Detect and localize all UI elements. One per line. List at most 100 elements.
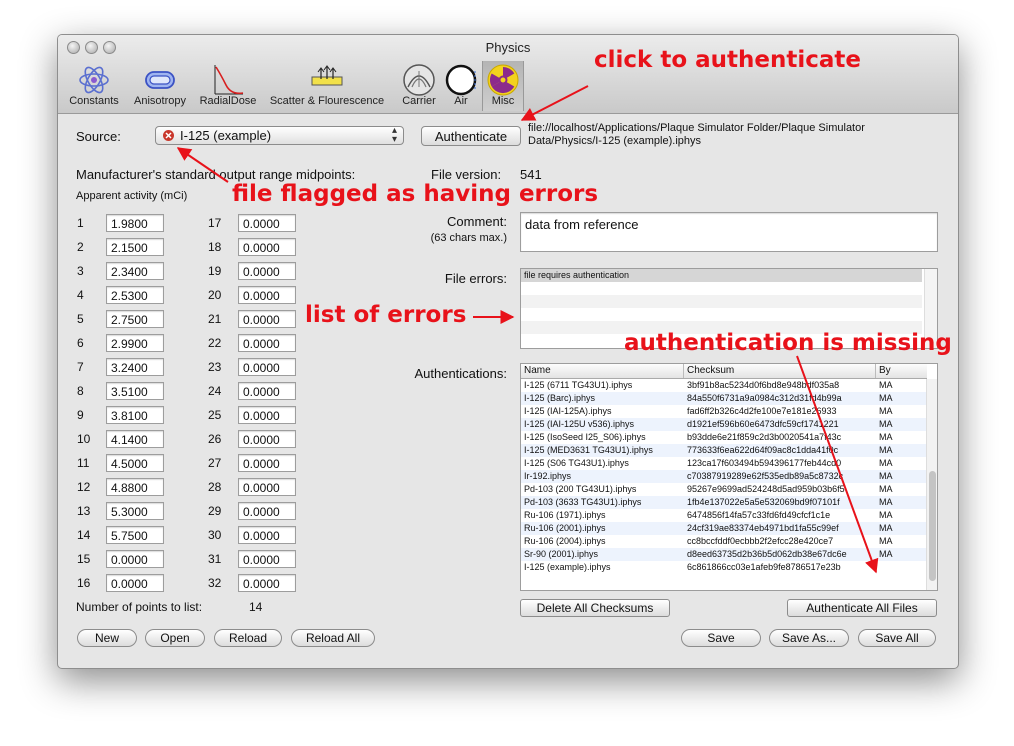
activity-index: 8 bbox=[77, 384, 84, 398]
authentications-rows: I-125 (6711 TG43U1).iphys 3bf91b8ac5234d0… bbox=[521, 379, 927, 574]
authentication-row[interactable]: I-125 (MED3631 TG43U1).iphys 773633f6ea62… bbox=[521, 444, 927, 457]
column-by[interactable]: By bbox=[876, 364, 927, 378]
authentication-row[interactable]: Ru-106 (2001).iphys 24cf319ae83374eb4971b… bbox=[521, 522, 927, 535]
activity-field[interactable]: 4.8800 bbox=[106, 478, 164, 496]
source-popup[interactable]: I-125 (example) ▴ ▾ bbox=[155, 126, 404, 145]
activity-index: 31 bbox=[208, 552, 222, 566]
save-as-button[interactable]: Save As... bbox=[769, 629, 849, 647]
activity-field[interactable]: 0.0000 bbox=[238, 310, 296, 328]
authentication-row[interactable]: Sr-90 (2001).iphys d8eed63735d2b36b5d062d… bbox=[521, 548, 927, 561]
activity-field[interactable]: 0.0000 bbox=[238, 214, 296, 232]
auth-by: MA bbox=[879, 497, 893, 507]
activity-field[interactable]: 0.0000 bbox=[238, 238, 296, 256]
column-checksum[interactable]: Checksum bbox=[684, 364, 876, 378]
new-button[interactable]: New bbox=[77, 629, 137, 647]
auth-by: MA bbox=[879, 523, 893, 533]
open-button[interactable]: Open bbox=[145, 629, 205, 647]
carrier-icon bbox=[403, 64, 435, 96]
delete-all-checksums-button[interactable]: Delete All Checksums bbox=[520, 599, 670, 617]
activity-field[interactable]: 2.7500 bbox=[106, 310, 164, 328]
activity-field[interactable]: 3.2400 bbox=[106, 358, 164, 376]
auth-by: MA bbox=[879, 471, 893, 481]
auth-checksum: d1921ef596b60e6473dfc59cf1741221 bbox=[687, 419, 839, 429]
activity-index: 9 bbox=[77, 408, 84, 422]
activity-field[interactable]: 3.8100 bbox=[106, 406, 164, 424]
authentication-row[interactable]: I-125 (S06 TG43U1).iphys 123ca17f603494b5… bbox=[521, 457, 927, 470]
activity-field[interactable]: 0.0000 bbox=[238, 526, 296, 544]
activity-field[interactable]: 5.7500 bbox=[106, 526, 164, 544]
activity-field[interactable]: 3.5100 bbox=[106, 382, 164, 400]
activity-index: 1 bbox=[77, 216, 84, 230]
activity-field[interactable]: 0.0000 bbox=[106, 550, 164, 568]
auth-checksum: 6c861866cc03e1afeb9fe8786517e23b bbox=[687, 562, 841, 572]
column-name[interactable]: Name bbox=[521, 364, 684, 378]
activity-index: 19 bbox=[208, 264, 222, 278]
activity-field[interactable]: 0.0000 bbox=[238, 430, 296, 448]
activity-index: 14 bbox=[77, 528, 91, 542]
comment-field[interactable]: data from reference bbox=[520, 212, 938, 252]
activity-index: 2 bbox=[77, 240, 84, 254]
activity-field[interactable]: 5.3000 bbox=[106, 502, 164, 520]
atom-icon bbox=[79, 66, 109, 94]
toolbar-radialdose[interactable]: RadialDose bbox=[195, 61, 261, 111]
activity-field[interactable]: 0.0000 bbox=[238, 454, 296, 472]
authentication-row[interactable]: I-125 (example).iphys 6c861866cc03e1afeb9… bbox=[521, 561, 927, 574]
activity-field[interactable]: 0.0000 bbox=[106, 574, 164, 592]
activity-field[interactable]: 0.0000 bbox=[238, 406, 296, 424]
toolbar-constants[interactable]: Constants bbox=[63, 61, 125, 111]
authentication-row[interactable]: I-125 (IAI-125U v536).iphys d1921ef596b60… bbox=[521, 418, 927, 431]
activity-field[interactable]: 0.0000 bbox=[238, 334, 296, 352]
activity-field[interactable]: 2.5300 bbox=[106, 286, 164, 304]
activity-field[interactable]: 0.0000 bbox=[238, 502, 296, 520]
auth-name: I-125 (example).iphys bbox=[524, 562, 611, 572]
activity-field[interactable]: 0.0000 bbox=[238, 550, 296, 568]
activity-field[interactable]: 0.0000 bbox=[238, 358, 296, 376]
authentications-table[interactable]: Name Checksum By I-125 (6711 TG43U1).iph… bbox=[520, 363, 938, 591]
auth-checksum: 84a550f6731a9a0984c312d31fd4b99a bbox=[687, 393, 842, 403]
file-version-value: 541 bbox=[520, 167, 542, 182]
toolbar-air[interactable]: Air bbox=[445, 61, 477, 111]
toolbar-carrier[interactable]: Carrier bbox=[394, 61, 444, 111]
reload-button[interactable]: Reload bbox=[214, 629, 282, 647]
activity-field[interactable]: 0.0000 bbox=[238, 262, 296, 280]
activity-field[interactable]: 0.0000 bbox=[238, 478, 296, 496]
authentication-row[interactable]: I-125 (6711 TG43U1).iphys 3bf91b8ac5234d0… bbox=[521, 379, 927, 392]
authentication-row[interactable]: I-125 (IsoSeed I25_S06).iphys b93dde6e21f… bbox=[521, 431, 927, 444]
activity-index: 10 bbox=[77, 432, 91, 446]
air-icon bbox=[445, 64, 477, 96]
scroll-thumb[interactable] bbox=[929, 471, 936, 581]
toolbar-scatter[interactable]: Scatter & Flourescence bbox=[264, 61, 390, 111]
activity-field[interactable]: 0.0000 bbox=[238, 382, 296, 400]
toolbar-anisotropy[interactable]: Anisotropy bbox=[128, 61, 192, 111]
activity-field[interactable]: 2.3400 bbox=[106, 262, 164, 280]
auth-checksum: b93dde6e21f859c2d3b0020541a7f43c bbox=[687, 432, 842, 442]
source-label: Source: bbox=[76, 129, 121, 144]
activity-field[interactable]: 2.9900 bbox=[106, 334, 164, 352]
authentication-row[interactable]: Ir-192.iphys c70387919289e62f535edb89a5c8… bbox=[521, 470, 927, 483]
authentications-scrollbar[interactable] bbox=[926, 379, 937, 590]
error-row-empty bbox=[521, 282, 922, 295]
activity-index: 32 bbox=[208, 576, 222, 590]
authenticate-button[interactable]: Authenticate bbox=[421, 126, 521, 146]
authenticate-all-files-button[interactable]: Authenticate All Files bbox=[787, 599, 937, 617]
activity-field[interactable]: 4.5000 bbox=[106, 454, 164, 472]
authentication-row[interactable]: I-125 (Barc).iphys 84a550f6731a9a0984c312… bbox=[521, 392, 927, 405]
authentication-row[interactable]: Pd-103 (3633 TG43U1).iphys 1fb4e137022e5a… bbox=[521, 496, 927, 509]
activity-field[interactable]: 2.1500 bbox=[106, 238, 164, 256]
toolbar-misc[interactable]: Misc bbox=[482, 61, 524, 111]
auth-by: MA bbox=[879, 380, 893, 390]
authentication-row[interactable]: I-125 (IAI-125A).iphys fad6ff2b326c4d2fe1… bbox=[521, 405, 927, 418]
authentication-row[interactable]: Pd-103 (200 TG43U1).iphys 95267e9699ad524… bbox=[521, 483, 927, 496]
activity-index: 21 bbox=[208, 312, 222, 326]
authentication-row[interactable]: Ru-106 (1971).iphys 6474856f14fa57c33fd6f… bbox=[521, 509, 927, 522]
activity-index: 28 bbox=[208, 480, 222, 494]
activity-field[interactable]: 1.9800 bbox=[106, 214, 164, 232]
save-all-button[interactable]: Save All bbox=[858, 629, 936, 647]
activity-field[interactable]: 0.0000 bbox=[238, 286, 296, 304]
error-row[interactable]: file requires authentication bbox=[521, 269, 922, 282]
save-button[interactable]: Save bbox=[681, 629, 761, 647]
authentication-row[interactable]: Ru-106 (2004).iphys cc8bccfddf0ecbbb2f2ef… bbox=[521, 535, 927, 548]
activity-field[interactable]: 4.1400 bbox=[106, 430, 164, 448]
reload-all-button[interactable]: Reload All bbox=[291, 629, 375, 647]
activity-field[interactable]: 0.0000 bbox=[238, 574, 296, 592]
